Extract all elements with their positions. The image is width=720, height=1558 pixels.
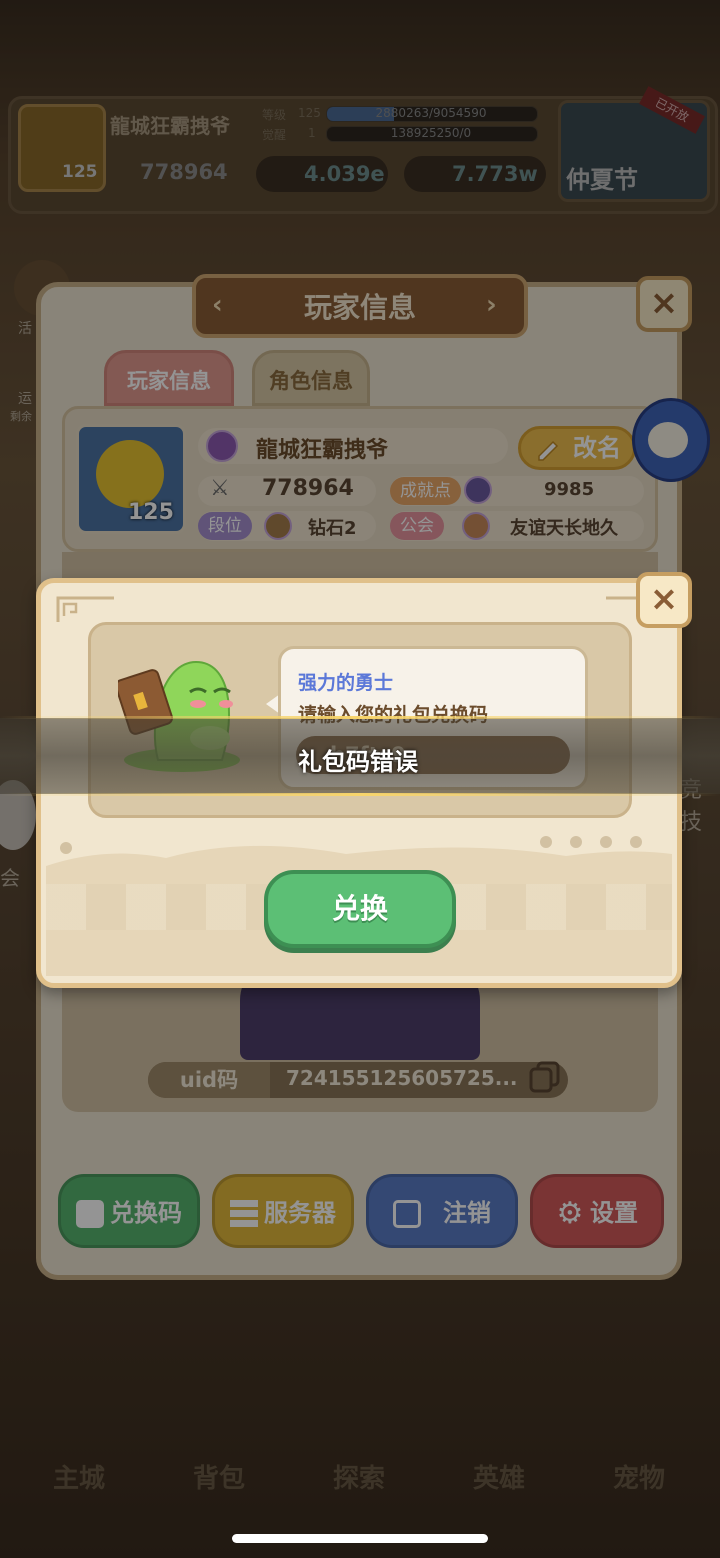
redeem-button[interactable]: 兑换 <box>264 870 456 948</box>
toast-glow-top <box>0 716 720 719</box>
error-toast-message: 礼包码错误 <box>298 748 418 776</box>
home-indicator[interactable] <box>232 1534 488 1543</box>
toast-glow-bottom <box>0 793 720 796</box>
greeting-text: 强力的勇士 <box>298 672 394 694</box>
modal-close-button[interactable]: × <box>636 572 692 628</box>
